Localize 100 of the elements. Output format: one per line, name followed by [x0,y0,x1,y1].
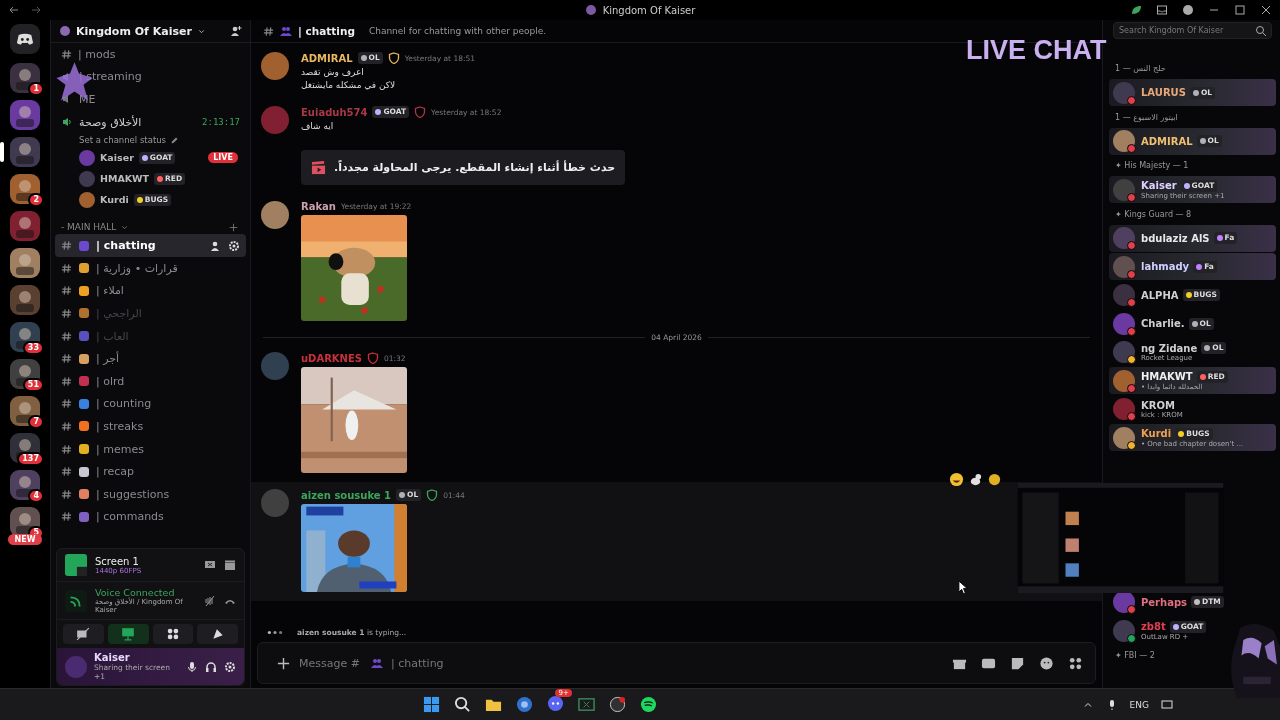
pencil-icon[interactable] [170,135,180,145]
stream-title: Screen 1 [95,555,140,567]
camera-off-button[interactable] [63,624,104,644]
member-name[interactable]: Perhaps [1141,596,1188,608]
server-icon[interactable] [10,507,40,537]
close-icon[interactable] [1260,4,1272,16]
noise-suppression-icon[interactable] [204,594,216,607]
screen-share-button[interactable] [107,624,149,644]
server-icon[interactable] [10,396,40,426]
author-name[interactable]: ADMIRAL [301,52,353,64]
channel-item[interactable]: | recap [55,460,246,483]
voice-user-name[interactable]: HMAKWT [100,173,150,185]
server-icon[interactable] [10,470,40,500]
speaker-icon [61,116,73,129]
search-icon[interactable] [453,696,471,713]
headphones-icon[interactable] [205,660,217,673]
voice-user-name[interactable]: Kaiser [100,152,134,164]
category-header[interactable]: - MAIN HALL [61,222,117,233]
plus-icon[interactable] [276,655,291,671]
settings-icon[interactable] [224,660,236,673]
inbox-icon[interactable] [1156,4,1168,16]
emoji-icon[interactable] [987,472,1002,487]
server-icon[interactable] [10,63,40,93]
avatar[interactable] [1113,284,1135,306]
server-icon[interactable] [10,248,40,278]
channel-status-link[interactable]: Set a channel status [79,135,167,146]
channel-item[interactable]: | أجر [55,347,246,370]
author-name[interactable]: uDARKNES [301,352,362,364]
server-icon[interactable] [10,100,40,130]
add-person-icon[interactable] [230,25,242,37]
help-icon[interactable] [1182,4,1194,16]
browser-icon[interactable] [515,696,533,713]
server-icon[interactable] [10,174,40,204]
member-name[interactable]: lahmady [1141,261,1190,272]
back-arrow-icon[interactable] [8,4,20,16]
message-input[interactable]: Message # | chatting [257,642,1096,684]
maximize-icon[interactable] [1234,4,1246,16]
microphone-icon[interactable] [186,660,198,673]
avatar[interactable] [1113,312,1135,335]
channel-item[interactable]: | olrd [55,369,246,393]
discord-icon[interactable] [546,694,564,712]
author-name[interactable]: Rakan [301,201,336,212]
server-icon[interactable] [10,322,40,352]
monitor-icon[interactable] [1161,698,1173,711]
author-name[interactable]: aizen sousuke 1 [301,489,391,501]
member-name[interactable]: HMAKWT [1141,371,1193,382]
channel-item[interactable]: | streaks [55,415,246,438]
channel-item[interactable]: | قرارات • وزارية [55,256,246,280]
message-field[interactable]: Message # [299,656,363,670]
activities-button[interactable] [152,624,194,644]
language-indicator[interactable]: ENG [1129,699,1149,710]
search-field[interactable]: Search Kingdom Of Kaiser [1113,22,1272,39]
apps-icon[interactable] [1068,655,1083,671]
windows-start-icon[interactable] [422,696,440,713]
member-name[interactable]: zb8t [1141,621,1166,632]
settings-icon[interactable] [228,239,240,252]
soundboard-button[interactable] [197,624,238,644]
add-person-icon[interactable] [210,239,222,252]
server-icon[interactable] [10,359,40,389]
forward-arrow-icon[interactable] [30,4,42,16]
music-app-icon[interactable] [639,696,657,713]
member-name[interactable]: bdulaziz AlS [1141,232,1210,244]
member-name[interactable]: ALPHA [1141,289,1179,301]
avatar[interactable] [1113,619,1135,642]
avatar[interactable] [1113,426,1135,449]
avatar[interactable] [1113,130,1135,152]
search-icon [1255,25,1267,37]
member-name[interactable]: Kurdi [1141,428,1172,439]
recorder-icon[interactable] [608,696,626,713]
sticker-icon[interactable] [1010,655,1025,671]
server-icon [584,4,597,16]
avatar[interactable] [1113,341,1135,363]
emoji-icon[interactable] [1039,655,1054,671]
discord-home-button[interactable] [10,24,40,54]
new-badge[interactable]: NEW [7,534,43,545]
member-name[interactable]: Kaiser [1141,180,1177,191]
channel-item[interactable]: | املاء [55,279,246,303]
spreadsheet-icon[interactable] [577,696,595,713]
hash-icon [61,488,72,500]
leaf-icon[interactable] [1130,4,1142,16]
channel-item[interactable]: | suggestions [55,482,246,506]
voice-connected-status[interactable]: Voice Connected [95,587,188,598]
avatar[interactable] [1113,398,1135,420]
clapperboard-icon[interactable] [224,559,236,571]
channel-item[interactable]: | mods [55,43,246,66]
laughing-emoji-icon[interactable] [949,472,964,487]
member-name[interactable]: Charlie. [1141,318,1185,329]
channel-item[interactable]: | memes [55,437,246,461]
stop-stream-icon[interactable] [204,559,216,571]
channel-item[interactable]: | chatting [55,234,246,257]
channel-item[interactable]: | commands [55,505,246,529]
server-header[interactable]: Kingdom Of Kaiser [51,20,250,43]
avatar[interactable] [261,201,289,229]
voice-user-name[interactable]: Kurdi [100,194,129,206]
user-name[interactable]: Kaiser [94,652,172,663]
channel-item[interactable]: | counting [55,392,246,416]
member-name[interactable]: KROM [1141,399,1175,411]
member-name[interactable]: LAURUS [1141,87,1186,98]
member-name[interactable]: ng Zidane [1141,342,1198,354]
member-name[interactable]: ADMIRAL [1141,135,1193,147]
